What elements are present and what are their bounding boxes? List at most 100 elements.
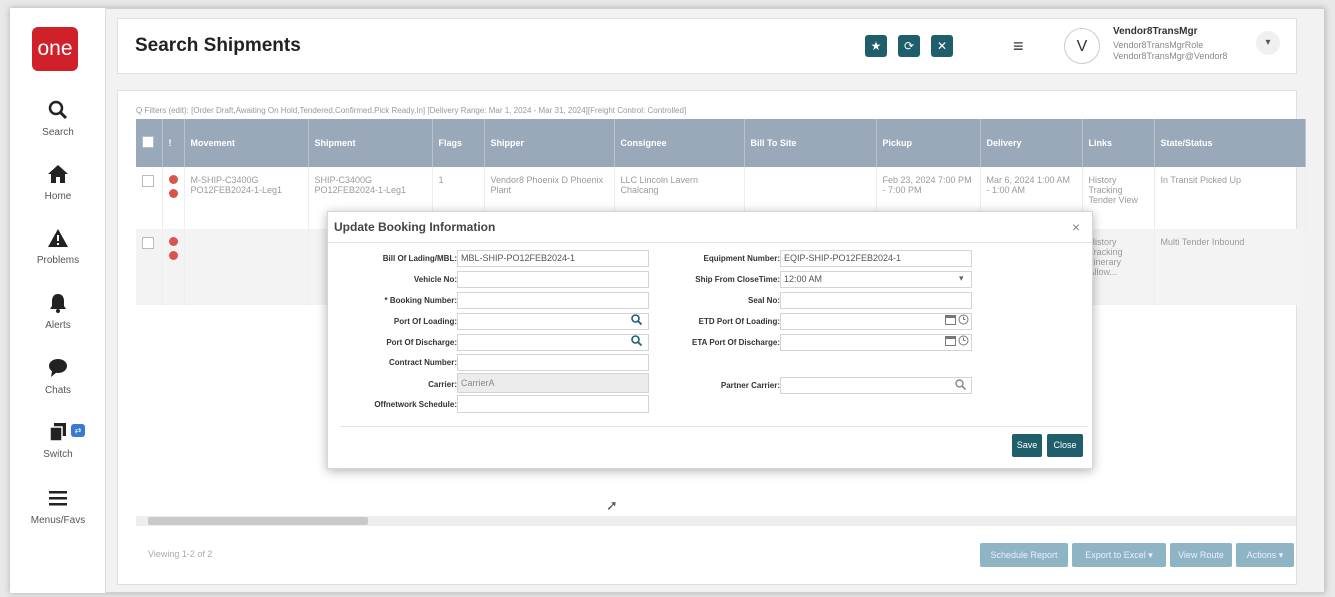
sidebar-item-home[interactable]: Home	[10, 164, 106, 202]
sidebar-item-problems[interactable]: Problems	[10, 228, 106, 266]
offnetwork-schedule-input[interactable]	[457, 395, 649, 413]
close-page-button[interactable]: ✕	[931, 35, 953, 57]
vehicle-no-input[interactable]	[457, 271, 649, 288]
user-menu-chevron-down-icon[interactable]: ▾	[1256, 31, 1280, 55]
error-icon	[168, 251, 178, 260]
bill-of-lading-input[interactable]: MBL-SHIP-PO12FEB2024-1	[457, 250, 649, 267]
column-header[interactable]: Movement	[184, 119, 309, 167]
sidebar-item-label: Home	[44, 191, 72, 202]
view-route-button[interactable]: View Route	[1170, 543, 1232, 567]
export-to-excel-button[interactable]: Export to Excel ▾	[1072, 543, 1166, 567]
offnetwork-schedule-label: Offnetwork Schedule:	[374, 400, 457, 409]
sidebar-item-alerts[interactable]: Alerts	[10, 293, 106, 331]
warning-icon	[10, 228, 106, 252]
row-checkbox[interactable]	[142, 237, 154, 249]
port-of-loading-search-icon[interactable]	[631, 314, 643, 328]
column-header[interactable]: Shipper	[484, 119, 615, 167]
dialog-close-icon[interactable]: ×	[1072, 219, 1080, 235]
chat-icon	[10, 358, 106, 382]
avatar[interactable]: V	[1064, 28, 1100, 64]
eta-port-of-discharge-label: ETA Port Of Discharge:	[691, 338, 780, 347]
port-of-discharge-label: Port Of Discharge:	[386, 338, 457, 347]
column-header[interactable]: Flags	[432, 119, 485, 167]
booking-number-label: * Booking Number:	[384, 296, 457, 305]
sidebar-item-label: Menus/Favs	[30, 515, 86, 526]
port-of-discharge-search-icon[interactable]	[631, 335, 643, 349]
dialog-title: Update Booking Information	[334, 220, 496, 234]
port-of-discharge-input[interactable]	[457, 334, 649, 351]
column-header[interactable]: State/Status	[1154, 119, 1306, 167]
sidebar-item-switch[interactable]: ⇄ Switch	[10, 422, 106, 460]
equipment-number-label: Equipment Number:	[703, 254, 780, 263]
column-header[interactable]: Delivery	[980, 119, 1083, 167]
app-logo[interactable]: one	[32, 27, 78, 71]
sidebar-item-menus[interactable]: Menus/Favs	[10, 488, 106, 526]
seal-no-input[interactable]	[780, 292, 972, 309]
eta-port-of-discharge-input[interactable]	[780, 334, 972, 351]
etd-port-of-loading-label: ETD Port Of Loading:	[698, 317, 780, 326]
column-header[interactable]: Shipment	[308, 119, 433, 167]
etd-port-of-loading-input[interactable]	[780, 313, 972, 330]
column-header[interactable]: Bill To Site	[744, 119, 877, 167]
user-role: Vendor8TransMgrRole	[1113, 40, 1204, 50]
select-all-checkbox[interactable]	[142, 136, 154, 148]
sidebar-item-label: Problems	[36, 255, 80, 266]
clock-icon[interactable]	[958, 335, 969, 349]
status-cell: Multi Tender Inbound	[1154, 229, 1306, 305]
update-booking-dialog: Update Booking Information × Bill Of Lad…	[327, 211, 1093, 469]
hamburger-menu-icon[interactable]: ≡	[1013, 36, 1024, 57]
scrollbar-thumb[interactable]	[148, 517, 368, 525]
port-of-loading-label: Port Of Loading:	[393, 317, 457, 326]
chevron-down-icon[interactable]: ▾	[959, 273, 964, 284]
contract-number-input[interactable]	[457, 354, 649, 371]
ship-from-closetime-label: Ship From CloseTime:	[695, 275, 780, 284]
close-icon: ✕	[936, 39, 948, 53]
booking-number-input[interactable]	[457, 292, 649, 309]
mouse-cursor-icon: ➚	[606, 497, 618, 513]
carrier-label: Carrier:	[428, 380, 457, 389]
save-button[interactable]: Save	[1012, 434, 1042, 457]
refresh-button[interactable]: ⟳	[898, 35, 920, 57]
divider	[340, 426, 1088, 427]
partner-carrier-input[interactable]	[780, 377, 972, 394]
divider	[328, 242, 1092, 243]
close-button[interactable]: Close	[1047, 434, 1083, 457]
alert-column-header: !	[162, 119, 185, 167]
refresh-icon: ⟳	[903, 39, 915, 53]
row-checkbox[interactable]	[142, 175, 154, 187]
equipment-number-input[interactable]: EQIP-SHIP-PO12FEB2024-1	[780, 250, 972, 267]
page-title: Search Shipments	[135, 35, 301, 56]
filters-summary[interactable]: Q Filters (edit): [Order Draft,Awaiting …	[136, 106, 686, 115]
clock-icon[interactable]	[958, 314, 969, 328]
sidebar-item-chats[interactable]: Chats	[10, 358, 106, 396]
sidebar: one Search Home Problems Alerts Chats ⇄	[10, 8, 106, 593]
actions-button[interactable]: Actions ▾	[1236, 543, 1294, 567]
port-of-loading-input[interactable]	[457, 313, 649, 330]
vehicle-no-label: Vehicle No:	[413, 275, 457, 284]
search-icon	[10, 100, 106, 124]
carrier-input[interactable]: CarrierA	[457, 373, 649, 393]
sidebar-item-search[interactable]: Search	[10, 100, 106, 138]
sidebar-item-label: Search	[42, 127, 74, 138]
ship-from-closetime-select[interactable]: 12:00 AM	[780, 271, 972, 288]
favorite-button[interactable]: ★	[865, 35, 887, 57]
schedule-report-button[interactable]: Schedule Report	[980, 543, 1068, 567]
calendar-icon[interactable]	[945, 314, 956, 328]
select-all-header[interactable]	[136, 119, 163, 167]
error-icon	[168, 175, 178, 184]
sidebar-item-label: Chats	[44, 385, 72, 396]
column-header[interactable]: Links	[1082, 119, 1155, 167]
error-icon	[168, 189, 178, 198]
switch-icon	[10, 422, 106, 446]
error-icon	[168, 237, 178, 246]
movement-cell[interactable]	[184, 229, 309, 305]
movement-link[interactable]: M-SHIP-C3400G PO12FEB2024-1-Leg1	[184, 167, 309, 229]
column-header[interactable]: Pickup	[876, 119, 981, 167]
calendar-icon[interactable]	[945, 335, 956, 349]
bill-of-lading-label: Bill Of Lading/MBL:	[382, 254, 457, 263]
bell-icon	[10, 293, 106, 317]
column-header[interactable]: Consignee	[614, 119, 745, 167]
contract-number-label: Contract Number:	[388, 358, 457, 367]
horizontal-scrollbar[interactable]	[136, 516, 1296, 526]
partner-carrier-search-icon[interactable]	[955, 379, 967, 393]
